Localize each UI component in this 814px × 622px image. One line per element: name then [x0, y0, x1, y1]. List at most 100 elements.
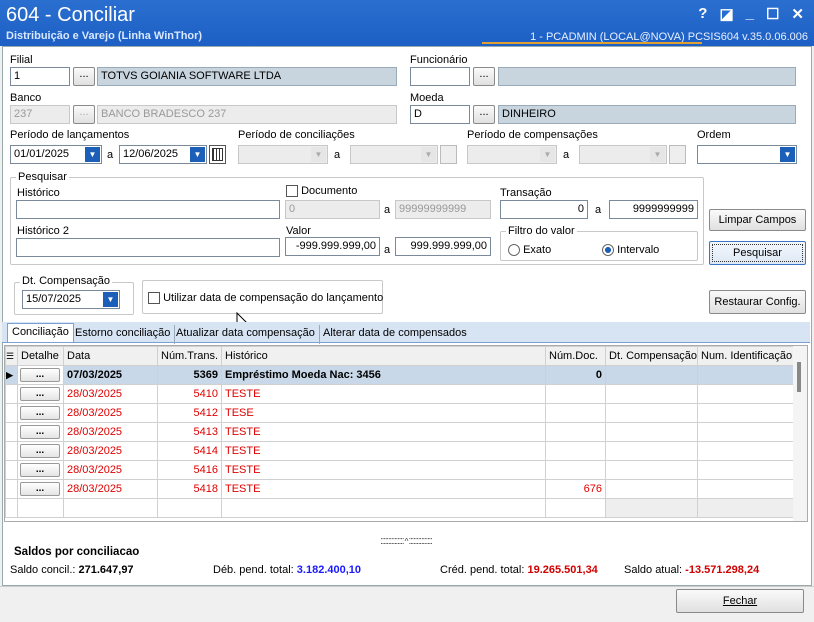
- col-num-doc[interactable]: Núm.Doc.: [545, 346, 606, 366]
- col-historico[interactable]: Histórico: [221, 346, 546, 366]
- saldos-title: Saldos por conciliacao: [14, 546, 140, 558]
- banco-lookup-button[interactable]: ...: [73, 105, 95, 124]
- col-data[interactable]: Data: [63, 346, 158, 366]
- filial-name-field: TOTVS GOIANIA SOFTWARE LTDA: [97, 67, 397, 86]
- maximize-icon[interactable]: ☐: [766, 5, 779, 23]
- detalhe-button[interactable]: ...: [20, 444, 60, 458]
- detalhe-button[interactable]: ...: [20, 482, 60, 496]
- transacao-to-input[interactable]: 9999999999: [609, 200, 698, 219]
- utilizar-data-label: Utilizar data de compensação do lançamen…: [163, 292, 384, 304]
- table-row[interactable]: ▶... 07/03/2025 5369 Empréstimo Moeda Nac: …: [5, 365, 794, 385]
- checkbox-icon[interactable]: [148, 292, 160, 305]
- col-num-trans[interactable]: Núm.Trans.: [157, 346, 222, 366]
- calendar-icon: [440, 145, 457, 164]
- banco-code-input[interactable]: 237: [10, 105, 70, 124]
- pesquisar-button[interactable]: Pesquisar: [709, 241, 806, 265]
- table-row[interactable]: ... 28/03/2025 5414 TESTE: [5, 441, 794, 461]
- tab-atualizar-data[interactable]: Atualizar data compensação: [172, 325, 320, 344]
- ordem-select[interactable]: ▼: [697, 145, 797, 164]
- table-row[interactable]: ... 28/03/2025 5413 TESTE: [5, 422, 794, 442]
- tab-alterar-data[interactable]: Alterar data de compensados: [319, 325, 471, 344]
- valor-from-input[interactable]: -999.999.999,00: [285, 237, 380, 256]
- dt-comp-legend: Dt. Compensação: [20, 275, 113, 287]
- dt-comp-input[interactable]: 15/07/2025 ▼: [22, 290, 120, 309]
- saldo-atual: Saldo atual: -13.571.298,24: [624, 564, 759, 576]
- valor-label: Valor: [286, 225, 311, 237]
- num-identificacao-cell: [697, 422, 794, 442]
- grid-menu-icon[interactable]: ☰: [5, 346, 18, 366]
- calendar-icon[interactable]: [209, 145, 226, 164]
- periodo-lanc-to-input[interactable]: 12/06/2025 ▼: [119, 145, 207, 164]
- valor-sep: a: [384, 244, 391, 256]
- transacao-from-input[interactable]: 0: [500, 200, 588, 219]
- transacao-sep: a: [595, 204, 602, 216]
- historico-input[interactable]: [16, 200, 280, 219]
- detalhe-button[interactable]: ...: [20, 425, 60, 439]
- col-num-identificacao[interactable]: Num. Identificação: [697, 346, 794, 366]
- splitter-handle[interactable]: ⁚⁚⁚⁚⁚⁚⁚⁚⁚⁚⁚⁚⁚⁚⁚ ^ ⁚⁚⁚⁚⁚⁚⁚⁚⁚⁚⁚⁚⁚⁚⁚: [284, 538, 528, 546]
- valor-to-input[interactable]: 999.999.999,00: [395, 237, 491, 256]
- periodo-lanc-from-input[interactable]: 01/01/2025 ▼: [10, 145, 102, 164]
- vertical-scrollbar[interactable]: [793, 346, 807, 521]
- funcionario-code-input[interactable]: [410, 67, 470, 86]
- table-row[interactable]: ... 28/03/2025 5412 TESE: [5, 403, 794, 423]
- historico2-input[interactable]: [16, 238, 280, 257]
- minimize-icon[interactable]: _: [746, 5, 754, 23]
- intervalo-radio[interactable]: Intervalo: [602, 244, 659, 257]
- tab-conciliacao[interactable]: Conciliação: [7, 323, 74, 342]
- exato-radio[interactable]: Exato: [508, 244, 551, 257]
- dt-compensacao-cell: [605, 460, 698, 480]
- filial-lookup-button[interactable]: ...: [73, 67, 95, 86]
- periodo-conc-from-input[interactable]: ▼: [238, 145, 328, 164]
- calendar-icon: [669, 145, 686, 164]
- filial-label: Filial: [10, 54, 33, 66]
- restaurar-config-button[interactable]: Restaurar Config.: [709, 290, 806, 314]
- detalhe-button[interactable]: ...: [20, 387, 60, 401]
- radio-button-selected-icon[interactable]: [602, 244, 614, 257]
- cred-pend: Créd. pend. total: 19.265.501,34: [440, 564, 598, 576]
- chevron-down-icon[interactable]: ▼: [103, 292, 118, 307]
- detalhe-button[interactable]: ...: [20, 463, 60, 477]
- documento-label: Documento: [286, 185, 357, 198]
- table-row[interactable]: ... 28/03/2025 5416 TESTE: [5, 460, 794, 480]
- detalhe-button[interactable]: ...: [20, 406, 60, 420]
- dt-compensacao-cell: [605, 479, 698, 499]
- utilizar-data-checkbox[interactable]: Utilizar data de compensação do lançamen…: [148, 292, 384, 305]
- historico-cell: TESTE: [221, 422, 546, 442]
- periodo-comp-from-input[interactable]: ▼: [467, 145, 557, 164]
- col-detalhe[interactable]: Detalhe: [17, 346, 64, 366]
- fechar-button[interactable]: Fechar: [676, 589, 804, 613]
- periodo-comp-to-input[interactable]: ▼: [579, 145, 667, 164]
- table-row[interactable]: ... 28/03/2025 5418 TESTE 676: [5, 479, 794, 499]
- data-cell: 28/03/2025: [63, 422, 158, 442]
- documento-from-input[interactable]: 0: [285, 200, 380, 219]
- moeda-code-input[interactable]: D: [410, 105, 470, 124]
- col-dt-compensacao[interactable]: Dt. Compensação: [605, 346, 698, 366]
- num-trans-cell: 5414: [157, 441, 222, 461]
- limpar-campos-button[interactable]: Limpar Campos: [709, 209, 806, 231]
- filial-code-input[interactable]: 1: [10, 67, 70, 86]
- chevron-down-icon[interactable]: ▼: [780, 147, 795, 162]
- num-trans-cell: 5412: [157, 403, 222, 423]
- funcionario-name-field: [498, 67, 796, 86]
- detalhe-button[interactable]: ...: [20, 368, 60, 382]
- radio-button-icon[interactable]: [508, 244, 520, 257]
- num-identificacao-cell: [697, 479, 794, 499]
- help-icon[interactable]: ?: [698, 5, 707, 23]
- num-doc-cell: [545, 441, 606, 461]
- moeda-lookup-button[interactable]: ...: [473, 105, 495, 124]
- funcionario-lookup-button[interactable]: ...: [473, 67, 495, 86]
- tab-estorno-conciliacao[interactable]: Estorno conciliação: [71, 325, 176, 344]
- documento-to-input[interactable]: 99999999999: [395, 200, 491, 219]
- row-indicator: [5, 384, 18, 404]
- restore-icon[interactable]: ◪: [719, 5, 733, 23]
- close-icon[interactable]: ✕: [791, 5, 804, 23]
- documento-checkbox[interactable]: [286, 185, 298, 198]
- num-identificacao-cell: [697, 403, 794, 423]
- periodo-conc-to-input[interactable]: ▼: [350, 145, 438, 164]
- chevron-down-icon[interactable]: ▼: [85, 147, 100, 162]
- dt-compensacao-cell: [605, 403, 698, 423]
- chevron-down-icon[interactable]: ▼: [190, 147, 205, 162]
- table-row[interactable]: ... 28/03/2025 5410 TESTE: [5, 384, 794, 404]
- num-trans-cell: 5418: [157, 479, 222, 499]
